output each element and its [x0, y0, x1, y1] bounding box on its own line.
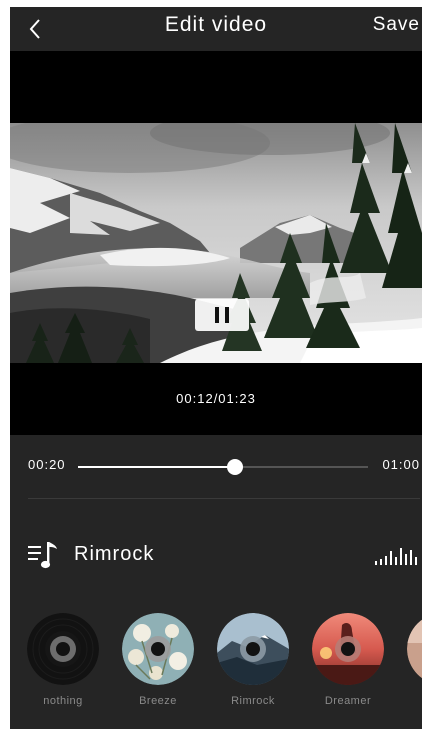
cotton-flower-disc-icon: [122, 613, 194, 685]
music-list-icon: [28, 542, 57, 569]
save-button[interactable]: Save: [373, 7, 420, 43]
page-title: Edit video: [164, 13, 268, 36]
pause-button[interactable]: [195, 299, 249, 331]
trim-slider-thumb[interactable]: [226, 459, 243, 475]
track-item-dreamer[interactable]: Dreamer: [303, 613, 393, 707]
trim-slider-row: 00:20 01:00: [10, 447, 422, 487]
video-player: 00:12/01:23: [10, 51, 422, 435]
track-item-breeze[interactable]: Breeze: [113, 613, 203, 707]
trim-end-time: 01:00: [382, 457, 420, 472]
mountain-disc-icon: [217, 613, 289, 685]
track-label: Rimrock: [231, 695, 275, 707]
edit-video-screen: Edit video Save 00:12/01:23 00:20 01:00 …: [10, 7, 422, 729]
video-frame[interactable]: [10, 123, 422, 363]
trim-slider-track[interactable]: [78, 459, 368, 475]
track-label: Breeze: [139, 695, 177, 707]
track-item-rimrock[interactable]: Rimrock: [208, 613, 298, 707]
current-music-row[interactable]: Rimrock: [10, 535, 422, 575]
trim-slider-fill: [78, 466, 235, 468]
divider: [28, 498, 420, 499]
partial-disc-icon: [407, 613, 422, 685]
track-item-partial[interactable]: G: [398, 613, 422, 707]
pause-icon: [215, 307, 219, 323]
audio-levels-icon[interactable]: [374, 545, 418, 565]
track-label: nothing: [43, 695, 83, 707]
current-music-name: Rimrock: [74, 543, 155, 565]
vinyl-disc-icon: [27, 613, 99, 685]
top-bar: Edit video Save: [10, 7, 422, 51]
trim-start-time: 00:20: [28, 457, 66, 472]
music-track-carousel[interactable]: nothing Breeze Rimrock Dreamer: [10, 613, 422, 723]
sunset-disc-icon: [312, 613, 384, 685]
track-label: Dreamer: [324, 695, 372, 707]
track-item-nothing[interactable]: nothing: [18, 613, 108, 707]
track-label: G: [398, 695, 422, 707]
playback-time: 00:12/01:23: [176, 391, 256, 406]
